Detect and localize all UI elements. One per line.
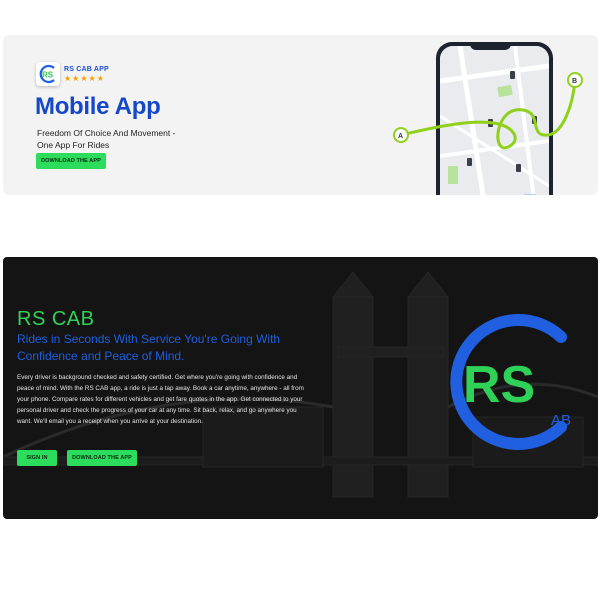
logo-suffix: AB <box>551 412 571 429</box>
banner-tagline: Freedom Of Choice And Movement - One App… <box>37 128 176 150</box>
mobile-app-banner: RS RS CAB APP ★ ★ ★ ★ ★ Mobile App Freed… <box>3 35 598 195</box>
hero-title: RS CAB <box>17 308 95 330</box>
hero-subtitle: Rides in Seconds With Service You're Goi… <box>17 332 281 363</box>
route-end-label: B <box>572 78 577 85</box>
star-icon: ★ <box>64 73 72 83</box>
water-block <box>524 194 536 195</box>
rating-stars: ★ ★ ★ ★ ★ <box>64 73 109 83</box>
download-app-button[interactable]: DOWNLOAD THE APP <box>36 153 106 169</box>
route-line: A B <box>393 72 583 150</box>
banner-title: Mobile App <box>35 93 161 120</box>
star-icon: ★ <box>96 73 104 83</box>
star-icon: ★ <box>88 73 96 83</box>
download-app-button[interactable]: DOWNLOAD THE APP <box>67 450 137 466</box>
app-badge: RS RS CAB APP ★ ★ ★ ★ ★ <box>36 62 109 86</box>
app-name: RS CAB APP <box>64 65 109 73</box>
app-logo-text: RS <box>42 71 54 80</box>
star-icon: ★ <box>80 73 88 83</box>
hero-description: Every driver is background checked and s… <box>17 374 304 425</box>
sign-in-button[interactable]: SIGN IN <box>17 450 57 466</box>
rs-cab-logo: RS AB <box>450 314 571 450</box>
route-start-label: A <box>398 133 403 140</box>
phone-notch <box>470 42 511 50</box>
app-logo-icon: RS <box>36 62 60 86</box>
rs-cab-hero: RS CAB Rides in Seconds With Service You… <box>3 257 598 519</box>
logo-letters: RS <box>463 356 535 414</box>
star-icon: ★ <box>72 73 80 83</box>
